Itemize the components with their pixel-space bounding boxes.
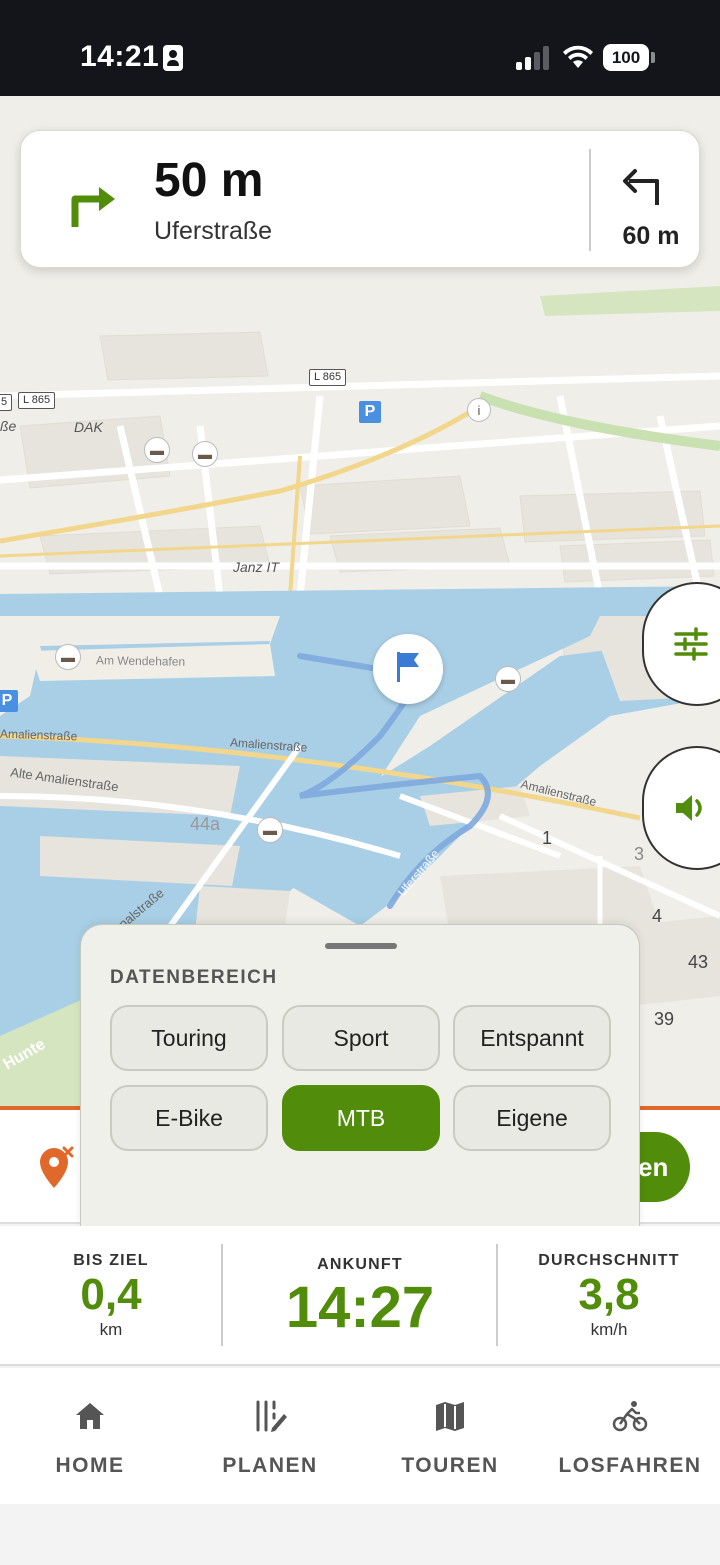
- tab-losfahren[interactable]: LOSFAHREN: [540, 1368, 720, 1504]
- bottom-tab-bar: HOME PLANEN TOUREN LOSFAHREN: [0, 1368, 720, 1504]
- stat-average-value: 3,8: [578, 1270, 640, 1319]
- speaker-icon: [676, 795, 702, 821]
- road-shield-l865-west: L 865: [18, 392, 56, 409]
- house-number-43: 43: [688, 952, 709, 972]
- home-icon: [76, 1403, 104, 1429]
- turn-instruction-card: 50 m Uferstraße 60 m: [20, 130, 700, 268]
- remove-destination-icon[interactable]: [36, 1144, 76, 1190]
- parking-icon[interactable]: P: [359, 401, 381, 423]
- option-entspannt[interactable]: Entspannt: [453, 1005, 611, 1071]
- road-shield-edge: 5: [0, 394, 13, 411]
- option-touring[interactable]: Touring: [110, 1005, 268, 1071]
- tab-losfahren-label: LOSFAHREN: [558, 1454, 702, 1477]
- tab-home-label: HOME: [55, 1454, 125, 1477]
- wifi-icon: [563, 45, 593, 68]
- card-divider: [589, 149, 591, 251]
- option-sport[interactable]: Sport: [282, 1005, 440, 1071]
- map-label-am-wendehafen: Am Wendehafen: [95, 653, 186, 669]
- tab-home[interactable]: HOME: [0, 1368, 180, 1504]
- data-range-sheet: DATENBEREICH Touring Sport Entspannt E-B…: [80, 924, 640, 1226]
- stat-arrival: ANKUNFT 14:27: [222, 1226, 498, 1366]
- parking-icon-west[interactable]: P: [0, 690, 18, 712]
- option-e-bike[interactable]: E-Bike: [110, 1085, 268, 1151]
- contact-card-icon: [163, 45, 183, 71]
- option-eigene[interactable]: Eigene: [453, 1085, 611, 1151]
- sheet-heading: DATENBEREICH: [110, 967, 278, 988]
- waste-bin-icon[interactable]: ▬: [257, 817, 283, 843]
- cellular-signal-icon: [516, 46, 552, 70]
- turn-street-name: Uferstraße: [154, 217, 273, 245]
- house-number-39: 39: [654, 1009, 675, 1029]
- tab-planen-label: PLANEN: [222, 1454, 318, 1477]
- info-icon[interactable]: i: [467, 398, 491, 422]
- waste-bin-icon[interactable]: ▬: [55, 644, 81, 670]
- map-label-amalienstrasse-west: Amalienstraße: [0, 726, 78, 744]
- next-turn-distance: 60 m: [622, 222, 680, 250]
- bike-icon: [612, 1401, 648, 1432]
- flag-icon: [397, 652, 419, 682]
- plan-icon: [256, 1400, 287, 1432]
- stat-remaining-label: BIS ZIEL: [73, 1252, 149, 1269]
- stat-average-unit: km/h: [590, 1320, 628, 1339]
- turn-right-icon: [71, 187, 115, 227]
- map-icon: [436, 1402, 464, 1431]
- stat-remaining: BIS ZIEL 0,4 km: [0, 1226, 222, 1366]
- status-time: 14:21: [80, 40, 160, 73]
- tab-touren-label: TOUREN: [401, 1454, 499, 1477]
- stat-average: DURCHSCHNITT 3,8 km/h: [498, 1226, 720, 1366]
- trip-stats: BIS ZIEL 0,4 km ANKUNFT 14:27 DURCHSCHNI…: [0, 1226, 720, 1366]
- battery-tip: [651, 52, 655, 63]
- map-label-janz-it: Janz IT: [233, 559, 279, 575]
- tab-touren[interactable]: TOUREN: [360, 1368, 540, 1504]
- waste-bin-icon[interactable]: ▬: [192, 441, 218, 467]
- home-indicator-area: [0, 1504, 720, 1565]
- sheet-drag-handle[interactable]: [325, 943, 397, 949]
- map-label-strasse: ße: [0, 418, 17, 434]
- status-bar: 14:21 100: [0, 0, 720, 96]
- stat-arrival-label: ANKUNFT: [317, 1256, 403, 1273]
- waste-bin-icon[interactable]: ▬: [495, 666, 521, 692]
- house-number-44a: 44a: [190, 814, 221, 834]
- option-mtb[interactable]: MTB: [282, 1085, 440, 1151]
- turn-distance: 50 m: [154, 154, 264, 207]
- destination-marker[interactable]: [373, 634, 443, 704]
- stat-average-label: DURCHSCHNITT: [538, 1252, 680, 1269]
- tab-planen[interactable]: PLANEN: [180, 1368, 360, 1504]
- house-number-1: 1: [542, 828, 553, 848]
- waste-bin-icon[interactable]: ▬: [144, 437, 170, 463]
- stat-remaining-unit: km: [99, 1320, 123, 1339]
- turn-left-icon: [623, 169, 659, 205]
- sliders-icon: [674, 627, 708, 661]
- map-label-dak: DAK: [74, 419, 103, 435]
- road-shield-l865: L 865: [309, 369, 347, 386]
- battery-level: 100: [603, 44, 649, 71]
- house-number-3: 3: [634, 844, 645, 864]
- stat-remaining-value: 0,4: [80, 1270, 142, 1319]
- house-number-4: 4: [652, 906, 663, 926]
- stat-arrival-value: 14:27: [285, 1275, 435, 1340]
